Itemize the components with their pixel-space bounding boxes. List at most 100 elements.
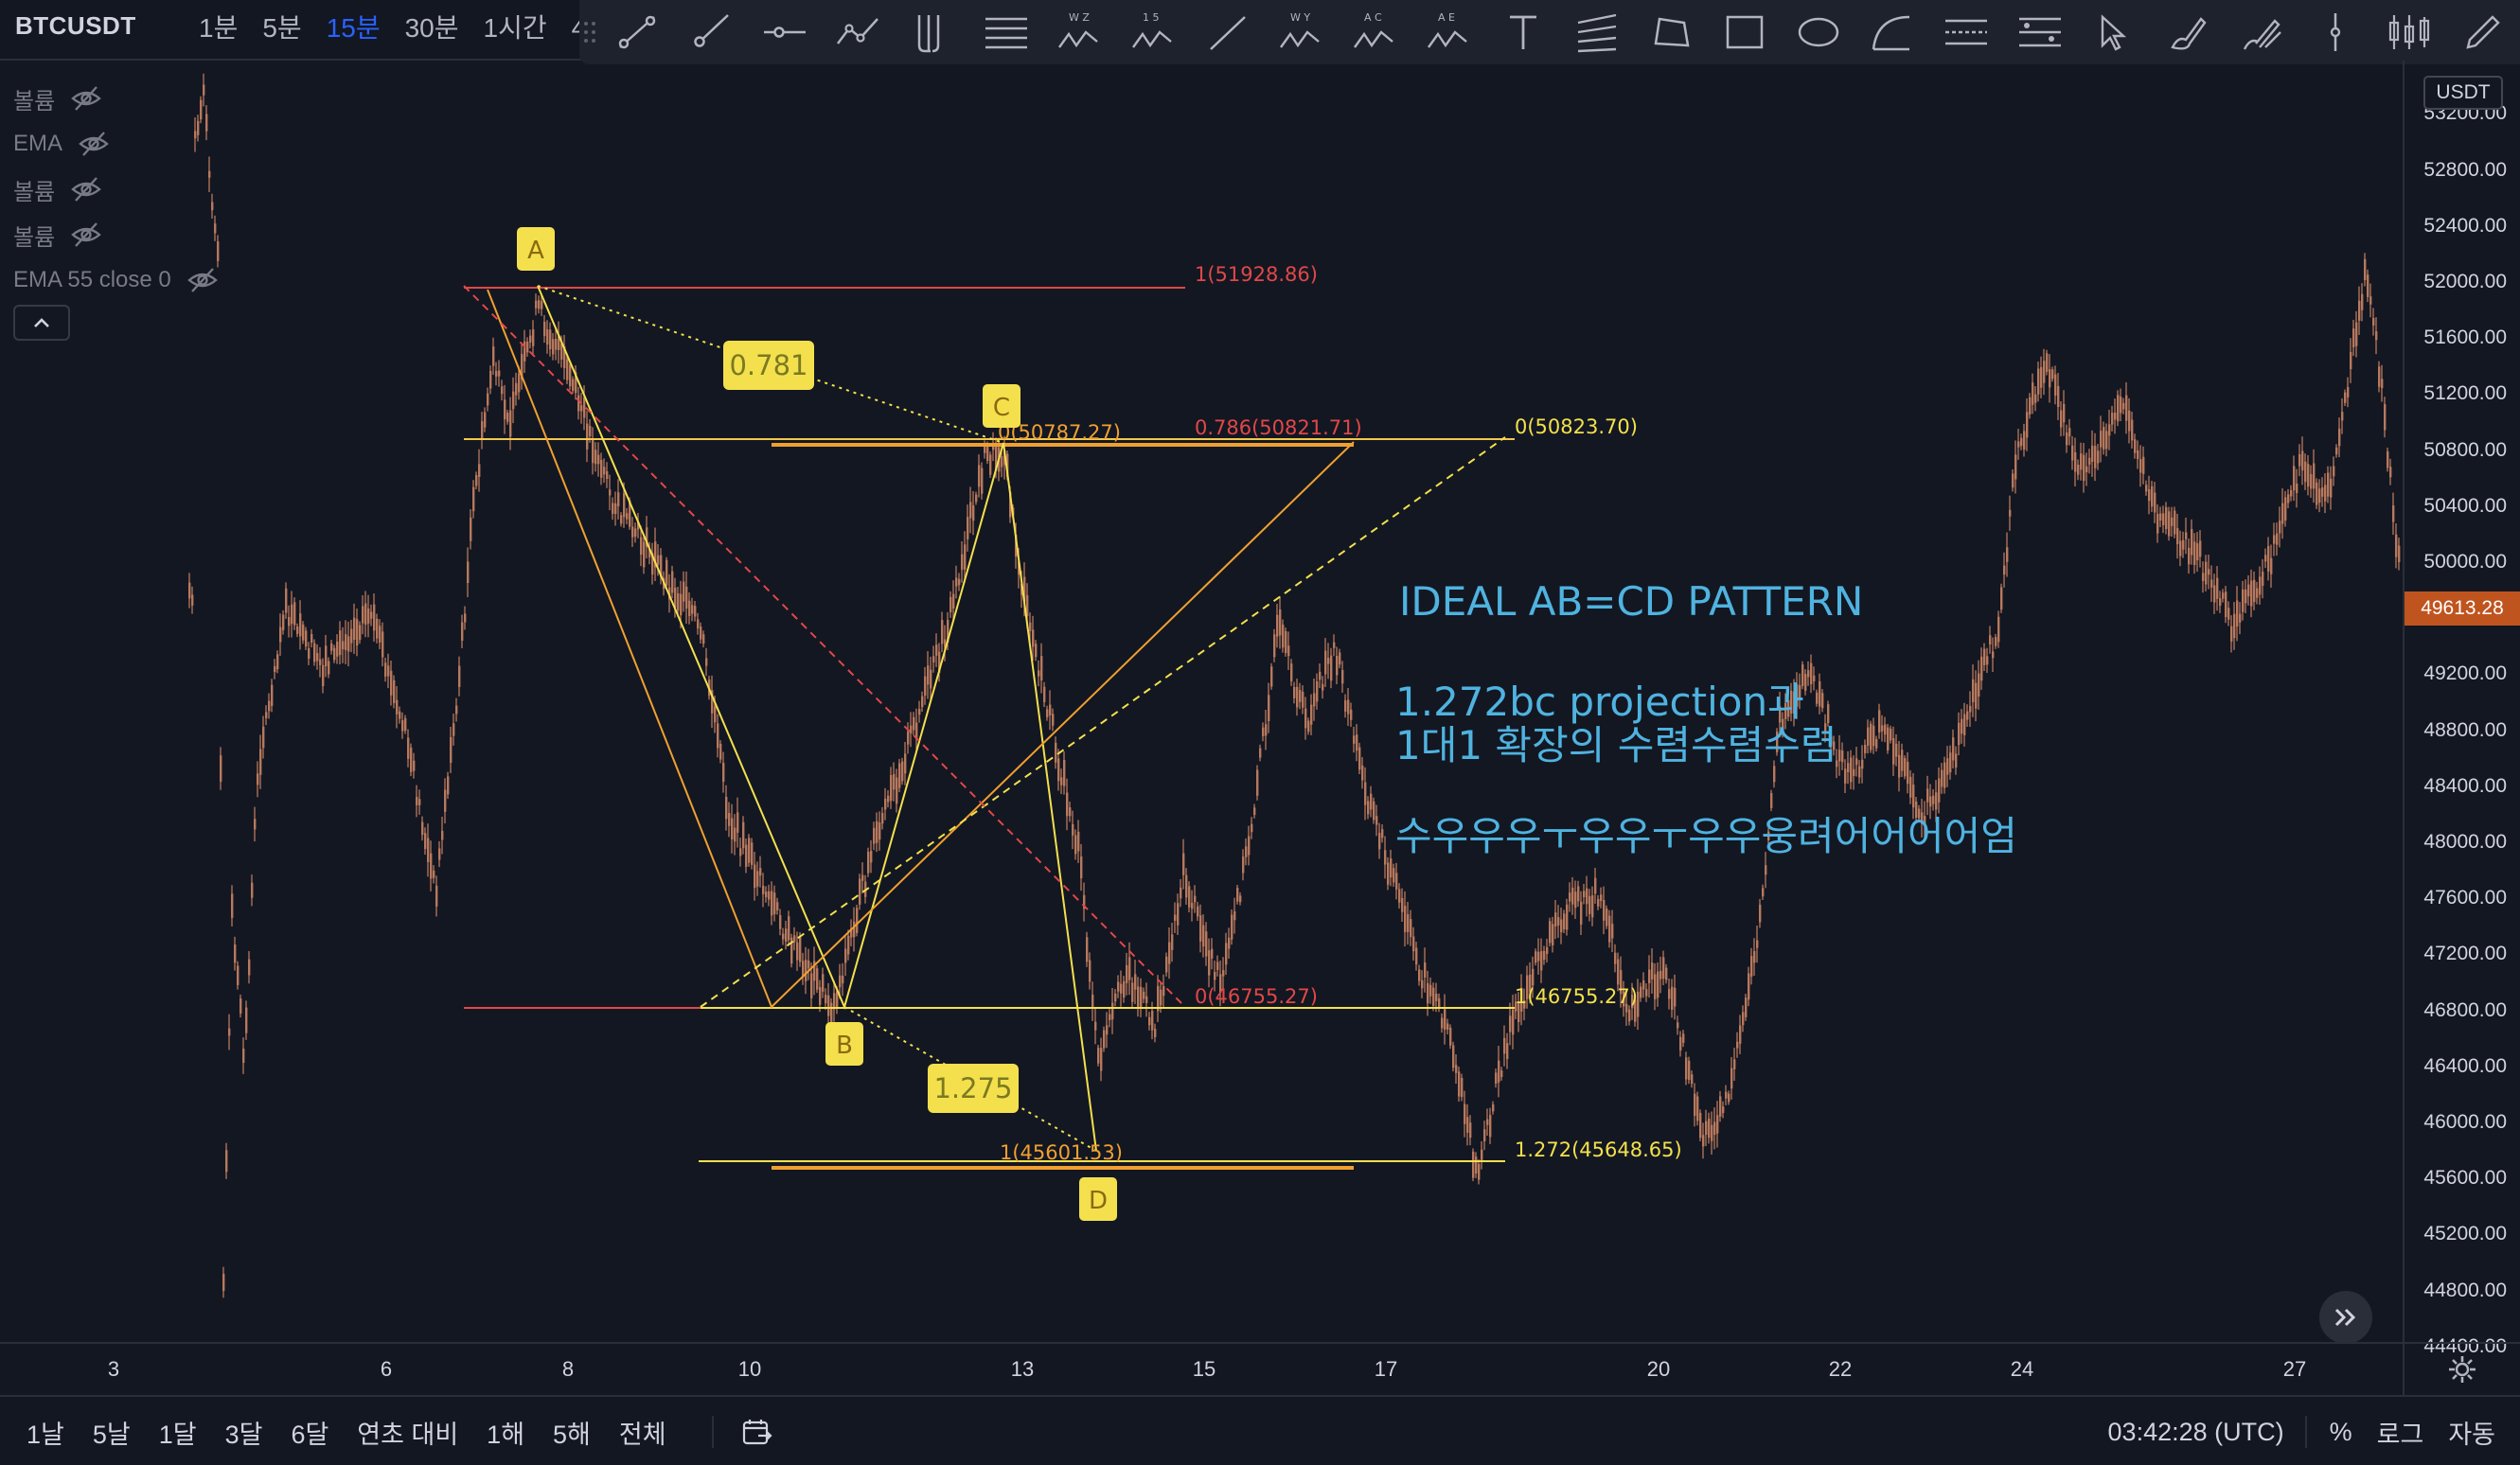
time-tick: 22	[1828, 1357, 1853, 1381]
line-tool[interactable]	[1191, 4, 1265, 61]
point-d-marker[interactable]: D	[1079, 1177, 1117, 1221]
indicator-row[interactable]: 볼륨	[13, 212, 219, 257]
range-5y[interactable]: 5해	[553, 1414, 591, 1451]
ratio-ac-label[interactable]: 0.781	[723, 341, 814, 390]
pattern-projection-path[interactable]	[487, 289, 1355, 1009]
indicator-row[interactable]: 볼륨	[13, 76, 219, 121]
price-tick: 48000.00	[2423, 831, 2507, 853]
time-axis[interactable]: 3 6 8 10 13 15 17 20 22 24 27	[0, 1342, 2403, 1395]
polyline-icon	[837, 18, 878, 44]
retracement-dashed-line[interactable]	[463, 285, 1186, 1008]
price-tick: 50800.00	[2423, 438, 2507, 461]
collapse-legend-button[interactable]	[13, 305, 70, 341]
candles-tool[interactable]	[2372, 4, 2446, 61]
axis-settings-button[interactable]	[2403, 1342, 2520, 1395]
svg-text:A E: A E	[1438, 11, 1455, 24]
vertical-line-icon	[2330, 13, 2341, 51]
range-6m[interactable]: 6달	[291, 1414, 328, 1451]
timeframe-1h[interactable]: 1시간	[484, 8, 547, 45]
timeframe-30m[interactable]: 30분	[405, 8, 459, 45]
indicator-row[interactable]: EMA 55 close 0	[13, 257, 219, 303]
price-tick: 46000.00	[2423, 1111, 2507, 1133]
pattern-points: A C B D 0.781 1.275	[517, 227, 1117, 1221]
text-icon	[1510, 15, 1536, 49]
regression-tool[interactable]	[2003, 4, 2077, 61]
highlighter-tool[interactable]	[2225, 4, 2298, 61]
indicator-row[interactable]: EMA	[13, 121, 219, 167]
ac-wave-tool[interactable]: A C	[1339, 4, 1412, 61]
point-c-marker[interactable]: C	[983, 384, 1020, 428]
15-wave-tool[interactable]: 1 5	[1117, 4, 1191, 61]
cursor-tool[interactable]	[2077, 4, 2151, 61]
currency-unit-badge[interactable]: USDT	[2423, 76, 2503, 110]
range-ytd[interactable]: 연초 대비	[357, 1414, 458, 1451]
range-1d[interactable]: 1날	[27, 1414, 64, 1451]
wy-wave-tool[interactable]: W Y	[1265, 4, 1339, 61]
eye-off-icon[interactable]	[78, 130, 110, 158]
auto-scale-toggle[interactable]: 자동	[2448, 1414, 2495, 1451]
pitchfork-tool[interactable]	[896, 4, 969, 61]
fib-channel-icon	[1577, 13, 1617, 53]
calendar-goto-icon	[742, 1420, 772, 1445]
fib-label-a: 1(51928.86)	[1195, 263, 1318, 286]
timeframe-1m[interactable]: 1분	[199, 8, 238, 45]
fib-retracement-tool[interactable]	[969, 4, 1043, 61]
range-3m[interactable]: 3달	[225, 1414, 263, 1451]
eye-off-icon[interactable]	[70, 175, 102, 203]
fib-label-c-786: 0.786(50821.71)	[1195, 416, 1362, 439]
divider	[2304, 1416, 2307, 1448]
svg-text:A: A	[527, 237, 544, 265]
cursor-icon	[2101, 14, 2127, 51]
timeframe-5m[interactable]: 5분	[262, 8, 301, 45]
fib-channel-tool[interactable]	[1560, 4, 1634, 61]
eye-off-icon[interactable]	[70, 221, 102, 249]
polyline-tool[interactable]	[822, 4, 896, 61]
vertical-line-tool[interactable]	[2298, 4, 2372, 61]
eye-off-icon[interactable]	[70, 84, 102, 113]
clock-timezone[interactable]: 03:42:28 (UTC)	[2108, 1418, 2284, 1447]
arc-tool[interactable]	[1855, 4, 1929, 61]
price-tick: 46800.00	[2423, 998, 2507, 1021]
svg-text:1.272bc projection과: 1.272bc projection과	[1395, 679, 1804, 725]
chart-pane[interactable]: 1(51928.86) 0(50787.27) 0.786(50821.71) …	[0, 61, 2403, 1342]
indicator-legend: 볼륨 EMA 볼륨 볼륨 EMA 55 close 0	[13, 76, 219, 303]
go-to-date-button[interactable]	[736, 1413, 778, 1451]
brush-tool[interactable]	[2151, 4, 2225, 61]
time-tick: 15	[1192, 1357, 1216, 1381]
price-axis[interactable]: 53200.00 52800.00 52400.00 52000.00 51600.00…	[2403, 61, 2520, 1357]
pencil-tool[interactable]	[2446, 4, 2520, 61]
time-tick: 3	[107, 1357, 120, 1381]
polygon-tool[interactable]	[1634, 4, 1708, 61]
drag-handle-icon[interactable]	[579, 13, 600, 51]
percent-scale-toggle[interactable]: %	[2330, 1418, 2352, 1447]
log-scale-toggle[interactable]: 로그	[2377, 1414, 2424, 1451]
trend-line-tool[interactable]	[600, 4, 674, 61]
scroll-to-realtime-button[interactable]	[2319, 1291, 2372, 1342]
indicator-row[interactable]: 볼륨	[13, 167, 219, 212]
point-a-marker[interactable]: A	[517, 227, 555, 271]
range-5d[interactable]: 5날	[93, 1414, 131, 1451]
range-1m[interactable]: 1달	[159, 1414, 197, 1451]
ray-tool[interactable]	[674, 4, 748, 61]
timeframe-selector: 1분 5분 15분 30분 1시간 4시	[199, 0, 635, 53]
projection-dashed-line[interactable]	[700, 436, 1506, 1008]
horizontal-ray-tool[interactable]	[748, 4, 822, 61]
symbol-name[interactable]: BTCUSDT	[15, 11, 136, 41]
parallel-channel-tool[interactable]	[1929, 4, 2003, 61]
price-tick: 48400.00	[2423, 774, 2507, 797]
range-all[interactable]: 전체	[619, 1414, 666, 1451]
point-b-marker[interactable]: B	[825, 1022, 863, 1066]
range-1y[interactable]: 1해	[487, 1414, 524, 1451]
timeframe-15m[interactable]: 15분	[327, 8, 381, 45]
ae-wave-tool[interactable]: A E	[1412, 4, 1486, 61]
eye-off-icon[interactable]	[186, 266, 219, 294]
ellipse-tool[interactable]	[1782, 4, 1855, 61]
rectangle-tool[interactable]	[1708, 4, 1782, 61]
wz-wave-tool[interactable]: W Z	[1043, 4, 1117, 61]
ellipse-icon	[1798, 17, 1839, 47]
price-chart[interactable]: 1(51928.86) 0(50787.27) 0.786(50821.71) …	[0, 61, 2403, 1342]
text-tool[interactable]	[1486, 4, 1560, 61]
text-note[interactable]: IDEAL AB=CD PATTERN 1.272bc projection과 …	[1395, 578, 2017, 859]
ac-wave-icon: A C	[1354, 11, 1393, 48]
ratio-bd-label[interactable]: 1.275	[928, 1064, 1019, 1113]
